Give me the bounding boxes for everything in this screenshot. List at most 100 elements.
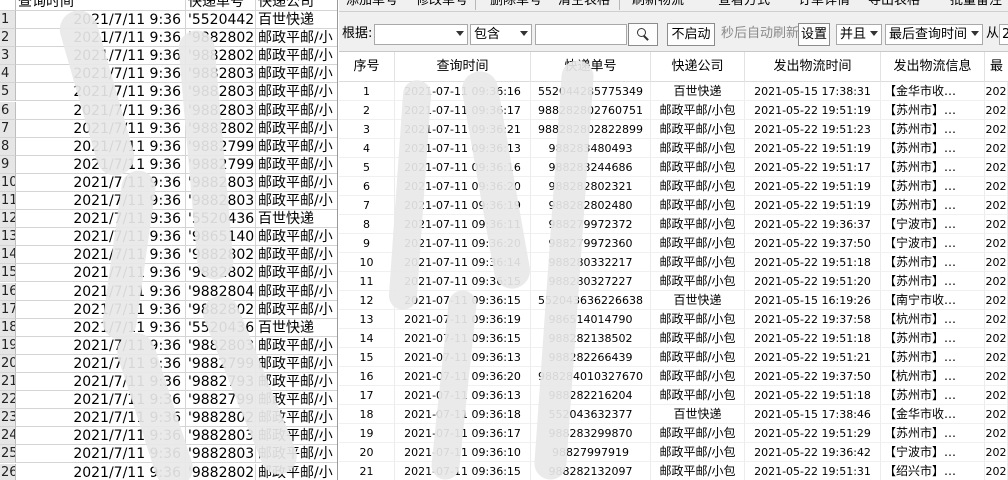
sheet-row[interactable]: 142021/7/11 9:36'98828021邮政平邮/小 <box>0 246 337 265</box>
sheet-cell-company[interactable]: 百世快递 <box>256 319 337 337</box>
col-header-query-time[interactable]: 查询时间 <box>395 52 531 82</box>
sheet-row[interactable]: 202021/7/11 9:36'98827997邮政平邮/小 <box>0 354 337 373</box>
sheet-row[interactable]: 3 2021/7/11 9:36'98828028 邮政平邮/小 <box>0 47 337 66</box>
sheet-row-number[interactable]: 22 <box>0 391 16 410</box>
sheet-cell-time[interactable]: 2021/7/11 9:36 <box>16 300 186 319</box>
logic-select[interactable]: 并且 <box>836 24 882 45</box>
sheet-row[interactable]: 112021/7/11 9:36'98828032邮政平邮/小 <box>0 192 337 210</box>
sheet-row-number[interactable]: 23 <box>0 409 16 428</box>
sheet-cell-company[interactable]: 邮政平邮/小 <box>256 283 337 301</box>
field-select[interactable] <box>374 24 468 45</box>
sheet-row-number[interactable]: 5 <box>0 83 16 102</box>
sheet-row-number[interactable]: 11 <box>0 192 16 210</box>
from-select[interactable]: 2 <box>999 24 1008 45</box>
sheet-row[interactable]: 5 2021/7/11 9:36'98828032 邮政平邮/小 <box>0 83 337 102</box>
sheet-cell-company[interactable]: 邮政平邮/小 <box>256 192 337 210</box>
sheet-cell-company[interactable]: 邮政平邮/小 <box>256 264 337 283</box>
match-select[interactable]: 包含 <box>470 24 532 45</box>
search-button[interactable] <box>628 23 658 46</box>
table-row[interactable]: 11 2021-07-11 09:36:15 988280327227 邮政平邮/小包… <box>339 272 1008 291</box>
table-row[interactable]: 13 2021-07-11 09:36:19 986514014790 邮政平邮/小包… <box>339 310 1008 329</box>
sheet-row-number[interactable]: 17 <box>0 300 16 319</box>
sheet-cell-number[interactable]: '98828021 <box>186 463 256 480</box>
sheet-cell-number[interactable]: '55204428 <box>186 11 256 29</box>
sheet-cell-time[interactable]: 2021/7/11 9:36 <box>16 246 186 265</box>
sheet-row-number[interactable]: 26 <box>0 463 16 480</box>
sheet-cell-time[interactable]: 2021/7/11 9:36 <box>16 192 186 210</box>
sheet-row-number[interactable]: 2 <box>0 29 16 48</box>
settings-button[interactable]: 设置 <box>798 23 830 46</box>
sheet-cell-company[interactable]: 百世快递 <box>256 210 337 229</box>
sheet-cell-time[interactable]: 2021/7/11 9:36 <box>16 264 186 283</box>
sheet-cell-time[interactable]: 2021/7/11 9:36 <box>16 210 186 229</box>
refresh-logistics-button[interactable]: 刷新物流 <box>629 0 687 12</box>
sheet-row[interactable]: 92021/7/11 9:36'98827997邮政平邮/小 <box>0 155 337 174</box>
sheet-row[interactable]: 122021/7/11 9:36'55204363百世快递 <box>0 210 337 229</box>
sheet-cell-time[interactable]: 2021/7/11 9:36 <box>16 11 186 29</box>
sheet-row-number[interactable]: 25 <box>0 445 16 464</box>
keyword-input[interactable] <box>535 24 627 45</box>
sheet-row-number[interactable]: 8 <box>0 137 16 156</box>
sheet-row[interactable]: 212021/7/11 9:36'98827937邮政平邮/小 <box>0 373 337 391</box>
table-row[interactable]: 4 2021-07-11 09:36:13 988283480493 邮政平邮/小包 2… <box>339 139 1008 158</box>
col-header-company[interactable]: 快递公司 <box>651 52 745 82</box>
sheet-cell-company[interactable]: 邮政平邮/小 <box>256 120 337 138</box>
sheet-row-number[interactable]: 24 <box>0 427 16 446</box>
table-row[interactable]: 12 2021-07-11 09:36:15 552043636226638 百世快递… <box>339 291 1008 310</box>
view-mode-button[interactable]: 查看方式 <box>715 0 773 12</box>
clear-table-button[interactable]: 清空表格 <box>555 0 613 12</box>
sheet-row-number[interactable]: 13 <box>0 228 16 247</box>
sheet-row-number[interactable]: 16 <box>0 282 16 301</box>
sheet-row[interactable]: 172021/7/11 9:36'98828022邮政平邮/小 <box>0 300 337 319</box>
sheet-cell-time[interactable]: 2021/7/11 9:36 <box>16 282 186 301</box>
sheet-cell-time[interactable]: 2021/7/11 9:36 <box>16 336 186 355</box>
sheet-row[interactable]: 192021/7/11 9:36'98828032邮政平邮/小 <box>0 336 337 355</box>
sheet-row-number[interactable]: 19 <box>0 336 16 355</box>
sheet-cell-time[interactable]: 2021/7/11 9:36 <box>16 318 186 337</box>
table-row[interactable]: 6 2021-07-11 09:36:20 988282802321 邮政平邮/小包 2… <box>339 177 1008 196</box>
sheet-row-number[interactable]: 9 <box>0 155 16 174</box>
add-number-button[interactable]: 添加单号 <box>343 0 401 12</box>
sheet-cell-company[interactable]: 邮政平邮/小 <box>256 65 337 84</box>
sheet-row[interactable]: 162021/7/11 9:36'98828040邮政平邮/小 <box>0 282 337 301</box>
sheet-cell-company[interactable]: 邮政平邮/小 <box>256 355 337 373</box>
table-row[interactable]: 7 2021-07-11 09:36:19 988282802480 邮政平邮/小包 2… <box>339 196 1008 215</box>
col-header-sent-info[interactable]: 发出物流信息 <box>881 52 985 82</box>
table-row[interactable]: 9 2021-07-11 09:36:20 988279972360 邮政平邮/小包 2… <box>339 234 1008 253</box>
col-header-seq[interactable]: 序号 <box>339 52 395 82</box>
table-row[interactable]: 10 2021-07-11 09:36:14 988280332217 邮政平邮/小包… <box>339 253 1008 272</box>
sheet-cell-company[interactable]: 邮政平邮/小 <box>256 156 337 174</box>
sheet-row-number[interactable]: 20 <box>0 354 16 373</box>
sheet-cell-number[interactable]: '98828033 <box>186 427 256 446</box>
sheet-row-number[interactable]: 12 <box>0 210 16 229</box>
sheet-cell-company[interactable]: 邮政平邮/小 <box>256 138 337 156</box>
sheet-row[interactable]: 1 2021/7/11 9:36'55204428 百世快递 <box>0 11 337 29</box>
sheet-cell-company[interactable]: 邮政平邮/小 <box>256 47 337 66</box>
col-header-sent-time[interactable]: 发出物流时间 <box>745 52 881 82</box>
sheet-row-number[interactable]: 3 <box>0 47 16 66</box>
sheet-header-company[interactable]: 快递公司 <box>256 0 337 11</box>
sheet-row[interactable]: 182021/7/11 9:36'55204363百世快递 <box>0 318 337 337</box>
sheet-row-number[interactable]: 1 <box>0 11 16 29</box>
sheet-row[interactable]: 2 2021/7/11 9:36'98828027 邮政平邮/小 <box>0 29 337 48</box>
sheet-row-number[interactable]: 6 <box>0 101 16 120</box>
delete-number-button[interactable]: 删除单号 <box>487 0 545 12</box>
sheet-row[interactable]: 72021/7/11 9:36'98828024邮政平邮/小 <box>0 119 337 138</box>
auto-refresh-button[interactable]: 不启动 <box>667 23 715 46</box>
sheet-row-number[interactable]: 7 <box>0 119 16 138</box>
sheet-row[interactable]: 4 2021/7/11 9:36'98828034 邮政平邮/小 <box>0 65 337 84</box>
sheet-cell-company[interactable]: 邮政平邮/小 <box>256 174 337 192</box>
sheet-row[interactable]: 6 2021/7/11 9:36'98828033 邮政平邮/小 <box>0 101 337 120</box>
sort-field-select[interactable]: 最后查询时间 <box>885 24 983 45</box>
sheet-cell-company[interactable]: 邮政平邮/小 <box>256 301 337 319</box>
sheet-cell-company[interactable]: 邮政平邮/小 <box>256 228 337 247</box>
sheet-cell-company[interactable]: 邮政平邮/小 <box>256 246 337 265</box>
sheet-corner[interactable] <box>0 0 16 11</box>
sheet-cell-company[interactable]: 邮政平邮/小 <box>256 29 337 48</box>
batch-remark-button[interactable]: 批量备注 <box>947 0 1005 12</box>
table-row[interactable]: 8 2021-07-11 09:36:11 988279972372 邮政平邮/小包 2… <box>339 215 1008 234</box>
sheet-row-number[interactable]: 15 <box>0 264 16 283</box>
export-table-button[interactable]: 导出表格 <box>865 0 923 12</box>
sheet-cell-company[interactable]: 邮政平邮/小 <box>256 337 337 355</box>
sheet-row[interactable]: 132021/7/11 9:36'98651401邮政平邮/小 <box>0 228 337 247</box>
